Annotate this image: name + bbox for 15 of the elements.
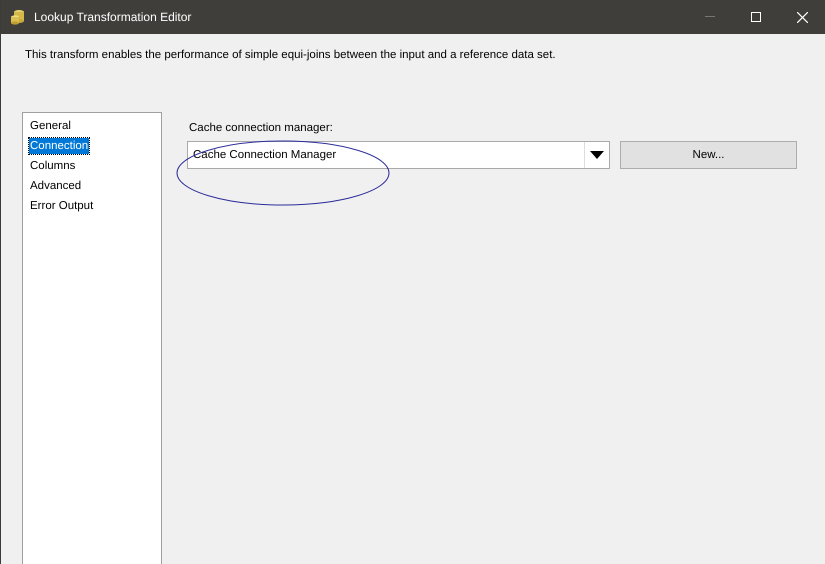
minimize-icon [705, 16, 715, 18]
page-list-item[interactable]: Advanced [29, 176, 82, 196]
database-icon [10, 9, 26, 25]
page-list-item[interactable]: General [29, 116, 72, 136]
page-list-item[interactable]: Columns [29, 156, 76, 176]
connection-dropdown[interactable]: Cache Connection Manager [187, 141, 610, 169]
description-text: This transform enables the performance of simple equi-joins between the input and a reference data set. [25, 49, 557, 61]
page-list-item[interactable]: Error Output [29, 196, 94, 216]
close-icon [796, 12, 808, 22]
new-button[interactable]: New... [620, 141, 797, 169]
maximize-icon [751, 12, 761, 22]
field-label: Cache connection manager: [189, 122, 334, 134]
page-list-item[interactable]: Connection [29, 138, 90, 154]
dropdown-arrow-icon [590, 151, 604, 159]
window-title: Lookup Transformation Editor [34, 10, 192, 24]
